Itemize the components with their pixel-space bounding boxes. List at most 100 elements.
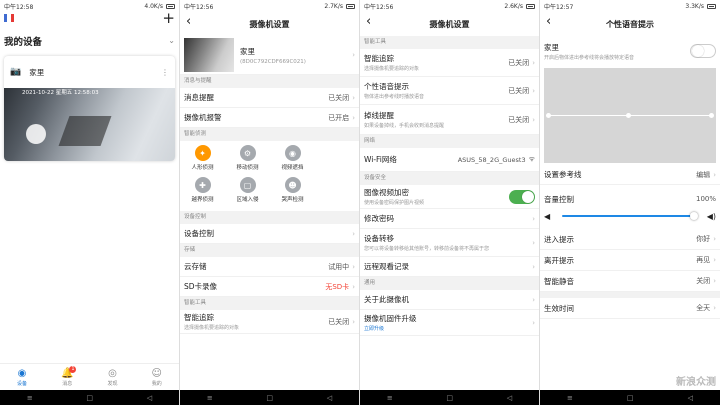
back-arrow-icon[interactable]: ‹ <box>186 14 191 29</box>
tab-me[interactable]: ☺ 我的 <box>152 368 162 387</box>
firmware-upgrade-row[interactable]: 摄像机固件升级 立即升级 › <box>360 310 539 336</box>
row-value: 全天 <box>696 304 711 312</box>
chevron-right-icon: › <box>532 58 535 67</box>
back-arrow-icon[interactable]: ‹ <box>546 14 551 29</box>
smart-track-row[interactable]: 智能追踪 选择摄像机要追踪的对象 已关闭 › <box>180 310 359 334</box>
home-icon[interactable]: □ <box>86 394 93 402</box>
device-control-row[interactable]: 设备控制 › <box>180 224 359 244</box>
detect-human[interactable]: ✦ 人形侦测 <box>180 145 225 171</box>
leave-prompt-row[interactable]: 离开提示 再见 › <box>540 250 720 271</box>
volume-slider[interactable]: ◀ ◀) <box>544 209 716 223</box>
system-nav-bar: ≡ □ ◁ <box>360 390 539 405</box>
tab-messages[interactable]: 🔔 1 消息 <box>61 365 77 387</box>
smart-mute-row[interactable]: 智能静音 关闭 › <box>540 271 720 292</box>
enter-prompt-row[interactable]: 进入提示 你好 › <box>540 229 720 250</box>
detect-crossline[interactable]: ✚ 越界侦测 <box>180 177 225 203</box>
ref-line-row[interactable]: 设置参考线 编辑 › <box>540 165 720 185</box>
chevron-right-icon: › <box>532 214 535 223</box>
camera-preview[interactable]: 2021-10-22 星期五 12:58:03 <box>4 88 175 161</box>
back-icon[interactable]: ◁ <box>147 394 152 402</box>
wifi-row[interactable]: Wi-Fi网络 ASUS_58_2G_Guest3 ᯤ <box>360 148 539 172</box>
voice-prompt-screen: 中午12:57 3.3K/s ‹ 个性语音提示 家里 开启后物体进出参考线将会播放… <box>540 0 720 405</box>
nav-header: ‹ 摄像机设置 <box>180 12 359 36</box>
recent-apps-icon[interactable]: ≡ <box>27 394 33 402</box>
slider-thumb[interactable] <box>690 212 698 220</box>
wifi-icon: ᯤ <box>528 155 535 163</box>
chevron-right-icon: › <box>532 115 535 124</box>
more-options-icon[interactable]: ⋮ <box>161 68 169 77</box>
toggle-knob <box>692 45 704 57</box>
row-label: 生效时间 <box>544 303 574 313</box>
line-handle-right[interactable] <box>709 113 714 118</box>
recent-apps-icon[interactable]: ≡ <box>387 394 393 402</box>
add-device-button[interactable]: + <box>162 9 175 27</box>
back-arrow-icon[interactable]: ‹ <box>366 14 371 29</box>
detect-motion[interactable]: ⚙ 移动侦测 <box>225 145 270 171</box>
chevron-right-icon: › <box>352 51 355 59</box>
section-header: 存储 <box>180 244 359 257</box>
eye-icon: ◉ <box>284 145 301 161</box>
speaker-high-icon: ◀) <box>706 211 716 221</box>
camera-settings-screen: 中午12:56 2.7K/s ‹ 摄像机设置 家里 (8D0C792CDF669… <box>180 0 360 405</box>
home-voice-row[interactable]: 家里 开启后物体进出参考线将会播放特定语音 <box>540 36 720 66</box>
tab-devices[interactable]: ◉ 设备 <box>17 368 27 387</box>
remote-view-log-row[interactable]: 远程观看记录 › <box>360 257 539 277</box>
section-header: 智能侦测 <box>180 128 359 141</box>
row-sub: 您可以将设备转移给其他账号，转移前设备将不再属于您 <box>364 246 490 252</box>
device-name: 家里 <box>240 46 255 56</box>
voice-toggle[interactable] <box>690 44 716 58</box>
encrypt-toggle[interactable] <box>509 189 535 204</box>
chevron-down-icon[interactable]: ⌄ <box>168 36 175 45</box>
recent-apps-icon[interactable]: ≡ <box>567 394 573 402</box>
detect-cover[interactable]: ◉ 视频遮挡 <box>270 145 315 171</box>
detect-cry[interactable]: ☻ 哭声检测 <box>270 177 315 203</box>
row-label: 云存储 <box>184 262 207 271</box>
device-transfer-row[interactable]: 设备转移 您可以将设备转移给其他账号，转移前设备将不再属于您 › <box>360 229 539 257</box>
row-label: 音量控制 <box>544 194 574 204</box>
device-info-row[interactable]: 家里 (8D0C792CDF669C021) › <box>180 36 359 75</box>
reference-line-canvas[interactable] <box>544 68 716 163</box>
detect-label: 区域入侵 <box>236 197 259 203</box>
about-camera-row[interactable]: 关于此摄像机 › <box>360 290 539 310</box>
back-icon[interactable]: ◁ <box>507 394 512 402</box>
camera-alarm-row[interactable]: 摄像机报警 已开启 › <box>180 108 359 128</box>
line-handle-mid[interactable] <box>626 113 631 118</box>
bottom-tab-bar: ◉ 设备 🔔 1 消息 ◎ 发现 ☺ 我的 <box>0 363 179 390</box>
back-icon[interactable]: ◁ <box>688 394 693 402</box>
back-icon[interactable]: ◁ <box>327 394 332 402</box>
chevron-right-icon: › <box>713 277 716 285</box>
video-encrypt-row[interactable]: 图像视频加密 使用设备密码保护图片视频 <box>360 185 539 209</box>
person-icon: ☺ <box>151 367 162 379</box>
home-icon[interactable]: □ <box>266 394 273 402</box>
section-header: 通用 <box>360 277 539 290</box>
home-icon[interactable]: □ <box>446 394 453 402</box>
row-value: 你好 <box>696 235 711 243</box>
menu-icon[interactable] <box>4 14 14 22</box>
smart-detect-grid: ✦ 人形侦测 ⚙ 移动侦测 ◉ 视频遮挡 ✚ 越界侦测 ▢ 区域入侵 ☻ 哭声检测 <box>180 141 359 211</box>
line-handle-left[interactable] <box>546 113 551 118</box>
tab-label: 设备 <box>17 380 28 387</box>
msg-reminder-row[interactable]: 消息提醒 已关闭 › <box>180 88 359 108</box>
recent-apps-icon[interactable]: ≡ <box>207 394 213 402</box>
chevron-right-icon: › <box>352 262 355 271</box>
offline-alert-row[interactable]: 掉线提醒 如果设备掉线，手机会收到消息提醒 已关闭 › <box>360 105 539 135</box>
row-label: 离开提示 <box>544 255 574 265</box>
unread-badge: 1 <box>69 365 77 373</box>
cloud-storage-row[interactable]: 云存储 试用中 › <box>180 257 359 277</box>
status-time: 中午12:58 <box>4 3 34 11</box>
voice-prompt-row[interactable]: 个性语音提示 物体进出参考线时播放语音 已关闭 › <box>360 77 539 105</box>
change-password-row[interactable]: 修改密码 › <box>360 209 539 229</box>
effective-time-row[interactable]: 生效时间 全天 › <box>540 298 720 319</box>
home-icon[interactable]: □ <box>627 394 634 402</box>
my-devices-header[interactable]: 我的设备 ⌄ <box>0 28 179 50</box>
wifi-ssid: ASUS_58_2G_Guest3 <box>457 155 526 164</box>
device-card[interactable]: 📷 家里 ⋮ 2021-10-22 星期五 12:58:03 <box>4 56 175 161</box>
row-label: 设置参考线 <box>544 170 582 179</box>
chevron-right-icon: › <box>713 235 716 243</box>
detect-intrusion[interactable]: ▢ 区域入侵 <box>225 177 270 203</box>
sd-record-row[interactable]: SD卡录像 无SD卡 › <box>180 277 359 297</box>
tab-discover[interactable]: ◎ 发现 <box>108 368 118 387</box>
furniture-shape <box>58 116 112 146</box>
row-label: 个性语音提示 <box>364 82 409 91</box>
smart-track-row[interactable]: 智能追踪 选择摄像机要追踪的对象 已关闭 › <box>360 49 539 77</box>
